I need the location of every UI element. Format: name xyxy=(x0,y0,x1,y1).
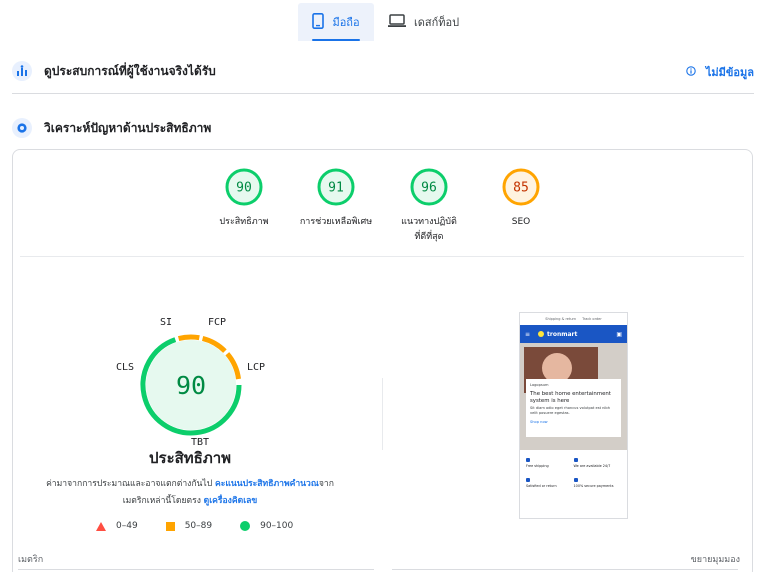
gauge-performance-score: 90 xyxy=(236,181,252,196)
preview-topbar-right: Track order xyxy=(582,317,602,321)
preview-feature: Satisfied or return xyxy=(526,478,574,488)
legend-fail: 0–49 xyxy=(96,521,138,531)
smartphone-icon xyxy=(312,12,325,32)
expand-view-toggle[interactable]: ขยายมุมมอง xyxy=(691,552,740,566)
laptop-icon xyxy=(388,13,406,31)
score-legend: 0–49 50–89 90–100 xyxy=(96,521,321,531)
card-divider xyxy=(20,256,744,257)
calculator-link[interactable]: ดูเครื่องคิดเลข xyxy=(204,496,258,506)
gauge-seo-score: 85 xyxy=(513,181,529,196)
legend-average: 50–89 xyxy=(165,521,213,531)
gauge-performance[interactable]: 90 ประสิทธิภาพ xyxy=(202,167,286,230)
section-divider xyxy=(12,93,754,94)
gauge-accessibility[interactable]: 91 การช่วยเหลือพิเศษ xyxy=(294,167,378,230)
lighthouse-icon xyxy=(12,118,32,138)
triangle-icon xyxy=(96,521,106,531)
real-user-experience-header: ดูประสบการณ์ที่ผู้ใช้งานจริงได้รับ ไม่มี… xyxy=(12,60,754,82)
users-chart-icon xyxy=(12,61,32,81)
performance-title: ประสิทธิภาพ xyxy=(148,449,232,467)
preview-menu-icon: ≡ xyxy=(525,330,531,338)
real-user-experience-title: ดูประสบการณ์ที่ผู้ใช้งานจริงได้รับ xyxy=(44,63,216,78)
preview-feature: We are available 24/7 xyxy=(573,458,622,468)
square-icon xyxy=(165,521,175,531)
no-data-link[interactable]: ไม่มีข้อมูล xyxy=(686,63,754,81)
metrics-divider xyxy=(18,569,374,570)
metric-label-si: SI xyxy=(160,317,173,328)
no-data-label: ไม่มีข้อมูล xyxy=(705,66,754,79)
preview-modal-text: Sit diam odio eget rhoncus volutpat est … xyxy=(530,406,610,415)
gauge-best-practices-score: 96 xyxy=(421,181,437,196)
metric-label-lcp: LCP xyxy=(247,362,266,373)
circle-icon xyxy=(240,521,251,531)
legend-fail-label: 0–49 xyxy=(116,521,138,531)
preview-hero: Logopsum The best home entertainment sys… xyxy=(520,343,627,450)
preview-brand: tronmart xyxy=(547,330,578,338)
performance-description: ค่ามาจากการประมาณและอาจแตกต่างกันไป คะแน… xyxy=(42,476,338,510)
info-icon xyxy=(686,65,696,79)
legend-pass-label: 90–100 xyxy=(260,521,294,531)
preview-topbar-left: Shipping & return xyxy=(545,317,577,321)
tab-mobile-label: มือถือ xyxy=(332,16,360,29)
performance-score: 90 xyxy=(176,371,206,400)
legend-average-label: 50–89 xyxy=(184,521,213,531)
metrics-label: เมตริก xyxy=(18,555,44,565)
preview-modal-title: The best home entertainment system is he… xyxy=(530,391,611,404)
score-calculation-link[interactable]: คะแนนประสิทธิภาพคำนวณ xyxy=(215,479,319,489)
metric-arc-si xyxy=(177,334,200,342)
diagnose-title: วิเคราะห์ปัญหาด้านประสิทธิภาพ xyxy=(44,120,212,135)
metric-label-cls: CLS xyxy=(116,362,135,373)
preview-modal-link: Shop now xyxy=(530,420,548,424)
legend-pass: 90–100 xyxy=(240,521,293,531)
preview-feature: 100% secure payments xyxy=(573,478,622,488)
preview-modal: Logopsum The best home entertainment sys… xyxy=(526,379,621,437)
tab-mobile[interactable]: มือถือ xyxy=(298,3,374,41)
preview-topbar: Shipping & return Track order xyxy=(520,313,627,325)
tab-desktop[interactable]: เดสก์ท็อป xyxy=(388,3,468,41)
preview-modal-brand: Logopsum xyxy=(530,383,549,387)
gauge-performance-label: ประสิทธิภาพ xyxy=(219,217,269,227)
gauge-seo-label: SEO xyxy=(511,217,531,227)
preview-features: Free shipping We are available 24/7 Sati… xyxy=(520,450,627,496)
preview-feature: Free shipping xyxy=(526,458,574,468)
performance-gauge: 90 xyxy=(140,334,242,436)
gauge-seo[interactable]: 85 SEO xyxy=(479,167,563,230)
metric-label-fcp: FCP xyxy=(208,317,227,328)
preview-cart-icon: ▣ xyxy=(616,330,622,338)
diagnose-header: วิเคราะห์ปัญหาด้านประสิทธิภาพ xyxy=(12,117,754,139)
gauge-accessibility-label: การช่วยเหลือพิเศษ xyxy=(299,217,373,227)
expand-divider xyxy=(392,569,738,570)
gauge-accessibility-score: 91 xyxy=(328,181,344,196)
gauge-best-practices-label: แนวทางปฏิบัติที่ดีที่สุด xyxy=(401,217,457,242)
page-screenshot-preview[interactable]: Shipping & return Track order ≡ tronmart… xyxy=(519,312,628,519)
tab-desktop-label: เดสก์ท็อป xyxy=(414,16,460,29)
preview-logo: tronmart xyxy=(538,331,577,338)
device-tabs: มือถือ เดสก์ท็อป xyxy=(0,3,768,41)
desc-text-1: ค่ามาจากการประมาณและอาจแตกต่างกันไป xyxy=(46,479,215,489)
preview-navbar: ≡ tronmart ▣ xyxy=(520,325,627,343)
gauge-best-practices[interactable]: 96 แนวทางปฏิบัติที่ดีที่สุด xyxy=(387,167,471,245)
vertical-divider xyxy=(382,378,383,450)
